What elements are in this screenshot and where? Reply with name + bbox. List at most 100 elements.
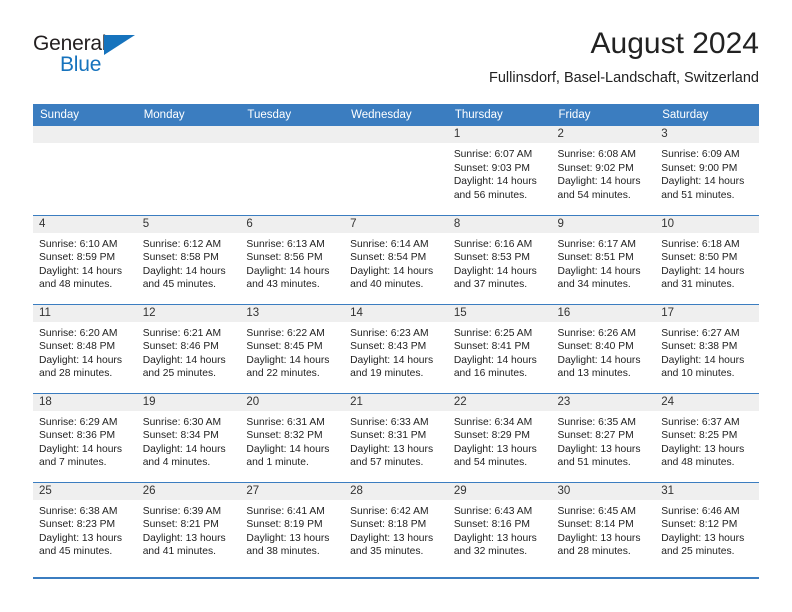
calendar-day-cell[interactable]: 6 Sunrise: 6:13 AM Sunset: 8:56 PM Daylight… <box>240 214 345 304</box>
daylight-duration-line2: and 28 minutes. <box>557 546 631 558</box>
calendar-day-cell[interactable]: 3 Sunrise: 6:09 AM Sunset: 9:00 PM Daylight… <box>655 126 759 215</box>
sunrise-time: Sunrise: 6:33 AM <box>350 416 429 428</box>
day-details: Sunrise: 6:39 AM Sunset: 8:21 PM Daylight:… <box>137 500 241 559</box>
calendar-day-cell[interactable]: 15 Sunrise: 6:25 AM Sunset: 8:41 PM Dayligh… <box>447 303 552 393</box>
day-details: Sunrise: 6:30 AM Sunset: 8:34 PM Daylight:… <box>137 411 241 470</box>
calendar-day-cell[interactable]: 16 Sunrise: 6:26 AM Sunset: 8:40 PM Dayligh… <box>551 303 656 393</box>
sunrise-time: Sunrise: 6:43 AM <box>453 505 533 517</box>
calendar-day-cell[interactable]: 4 Sunrise: 6:10 AM Sunset: 8:59 PM Daylight… <box>33 214 137 304</box>
calendar-day-cell[interactable]: 12 Sunrise: 6:21 AM Sunset: 8:46 PM Dayligh… <box>136 303 241 393</box>
calendar-day-cell[interactable]: 2 Sunrise: 6:08 AM Sunset: 9:02 PM Daylight… <box>551 126 656 215</box>
daylight-duration-line2: and 4 minutes. <box>142 457 211 469</box>
daylight-duration-line1: Daylight: 14 hours <box>557 265 641 277</box>
daylight-duration-line2: and 51 minutes. <box>661 189 735 201</box>
calendar-day-cell[interactable]: 30 Sunrise: 6:45 AM Sunset: 8:14 PM Dayligh… <box>551 481 656 571</box>
calendar-day-cell[interactable]: 27 Sunrise: 6:41 AM Sunset: 8:19 PM Dayligh… <box>240 481 345 571</box>
calendar-day-cell[interactable]: 7 Sunrise: 6:14 AM Sunset: 8:54 PM Daylight… <box>344 214 448 304</box>
sunrise-time: Sunrise: 6:20 AM <box>39 327 118 339</box>
sunset-time: Sunset: 8:21 PM <box>142 519 219 531</box>
daylight-duration-line1: Daylight: 14 hours <box>142 265 226 277</box>
daylight-duration-line2: and 35 minutes. <box>350 546 424 558</box>
daylight-duration-line2: and 54 minutes. <box>453 457 528 469</box>
daylight-duration-line2: and 7 minutes. <box>39 457 107 469</box>
day-number: 29 <box>447 482 552 500</box>
daylight-duration-line2: and 19 minutes. <box>350 368 424 380</box>
calendar-day-cell[interactable]: 28 Sunrise: 6:42 AM Sunset: 8:18 PM Dayligh… <box>344 481 448 571</box>
calendar-day-cell[interactable]: 1 Sunrise: 6:07 AM Sunset: 9:03 PM Daylight… <box>447 126 552 215</box>
day-details: Sunrise: 6:14 AM Sunset: 8:54 PM Daylight:… <box>344 233 448 292</box>
day-details: Sunrise: 6:23 AM Sunset: 8:43 PM Daylight:… <box>344 322 448 381</box>
daylight-duration-line1: Daylight: 14 hours <box>350 265 434 277</box>
daylight-duration-line1: Daylight: 14 hours <box>557 354 641 366</box>
calendar-day-cell[interactable]: 18 Sunrise: 6:29 AM Sunset: 8:36 PM Dayligh… <box>33 392 137 482</box>
generalblue-logo: General Blue <box>33 32 253 88</box>
sunset-time: Sunset: 8:34 PM <box>142 430 219 442</box>
day-details: Sunrise: 6:37 AM Sunset: 8:25 PM Daylight:… <box>655 411 759 470</box>
daylight-duration-line2: and 25 minutes. <box>142 368 216 380</box>
day-number: 14 <box>344 304 448 322</box>
sunrise-time: Sunrise: 6:38 AM <box>39 505 118 517</box>
sunrise-time: Sunrise: 6:13 AM <box>246 238 325 250</box>
sunrise-time: Sunrise: 6:14 AM <box>350 238 429 250</box>
day-number: 18 <box>33 393 137 411</box>
sunset-time: Sunset: 8:41 PM <box>453 341 530 353</box>
calendar-day-cell[interactable]: 9 Sunrise: 6:17 AM Sunset: 8:51 PM Daylight… <box>551 214 656 304</box>
sunset-time: Sunset: 8:59 PM <box>39 252 116 264</box>
calendar-day-cell[interactable]: 22 Sunrise: 6:34 AM Sunset: 8:29 PM Dayligh… <box>447 392 552 482</box>
sunset-time: Sunset: 8:53 PM <box>453 252 530 264</box>
daylight-duration-line1: Daylight: 13 hours <box>246 532 330 544</box>
calendar-day-cell[interactable]: 19 Sunrise: 6:30 AM Sunset: 8:34 PM Dayligh… <box>136 392 241 482</box>
day-number: 20 <box>240 393 345 411</box>
daylight-duration-line1: Daylight: 14 hours <box>39 354 122 366</box>
daylight-duration-line2: and 10 minutes. <box>661 368 735 380</box>
calendar-day-cell-empty <box>344 126 448 215</box>
daylight-duration-line1: Daylight: 14 hours <box>39 443 122 455</box>
day-number: 31 <box>655 482 759 500</box>
day-number: 22 <box>447 393 552 411</box>
sunrise-time: Sunrise: 6:07 AM <box>453 149 533 160</box>
daylight-duration-line2: and 22 minutes. <box>246 368 320 380</box>
sunrise-time: Sunrise: 6:22 AM <box>246 327 325 339</box>
sunrise-time: Sunrise: 6:30 AM <box>142 416 222 428</box>
calendar-day-cell[interactable]: 29 Sunrise: 6:43 AM Sunset: 8:16 PM Dayligh… <box>447 481 552 571</box>
sunset-time: Sunset: 8:25 PM <box>661 430 738 442</box>
calendar-day-cell[interactable]: 25 Sunrise: 6:38 AM Sunset: 8:23 PM Dayligh… <box>33 481 137 571</box>
calendar-day-cell[interactable]: 31 Sunrise: 6:46 AM Sunset: 8:12 PM Dayligh… <box>655 481 759 571</box>
daylight-duration-line1: Daylight: 14 hours <box>557 176 641 188</box>
calendar-day-cell[interactable]: 5 Sunrise: 6:12 AM Sunset: 8:58 PM Daylight… <box>136 214 241 304</box>
sunset-time: Sunset: 9:03 PM <box>453 162 530 174</box>
daylight-duration-line2: and 56 minutes. <box>453 189 528 201</box>
day-details: Sunrise: 6:38 AM Sunset: 8:23 PM Daylight:… <box>33 500 137 559</box>
daylight-duration-line2: and 31 minutes. <box>661 279 735 291</box>
calendar-page: General Blue August 2024 Fullinsdorf, Ba… <box>0 0 792 612</box>
calendar-day-cell[interactable]: 17 Sunrise: 6:27 AM Sunset: 8:38 PM Dayligh… <box>655 303 759 393</box>
calendar-day-cell[interactable]: 8 Sunrise: 6:16 AM Sunset: 8:53 PM Daylight… <box>447 214 552 304</box>
calendar-day-cell[interactable]: 13 Sunrise: 6:22 AM Sunset: 8:45 PM Dayligh… <box>240 303 345 393</box>
daylight-duration-line1: Daylight: 13 hours <box>557 532 641 544</box>
sunrise-time: Sunrise: 6:35 AM <box>557 416 636 428</box>
sunset-time: Sunset: 8:54 PM <box>350 252 427 264</box>
daylight-duration-line2: and 25 minutes. <box>661 546 735 558</box>
calendar-day-cell[interactable]: 26 Sunrise: 6:39 AM Sunset: 8:21 PM Dayligh… <box>136 481 241 571</box>
calendar-day-cell[interactable]: 14 Sunrise: 6:23 AM Sunset: 8:43 PM Dayligh… <box>344 303 448 393</box>
calendar-day-cell[interactable]: 24 Sunrise: 6:37 AM Sunset: 8:25 PM Dayligh… <box>655 392 759 482</box>
daylight-duration-line2: and 13 minutes. <box>557 368 631 380</box>
daylight-duration-line1: Daylight: 14 hours <box>142 443 226 455</box>
day-number: 15 <box>447 304 552 322</box>
daylight-duration-line1: Daylight: 13 hours <box>350 532 434 544</box>
calendar-day-cell[interactable]: 23 Sunrise: 6:35 AM Sunset: 8:27 PM Dayligh… <box>551 392 656 482</box>
daylight-duration-line1: Daylight: 14 hours <box>661 265 745 277</box>
calendar-day-cell[interactable]: 21 Sunrise: 6:33 AM Sunset: 8:31 PM Dayligh… <box>344 392 448 482</box>
sunset-time: Sunset: 8:51 PM <box>557 252 634 264</box>
weekday-header-sunday: Sunday <box>33 104 137 126</box>
day-details: Sunrise: 6:21 AM Sunset: 8:46 PM Daylight:… <box>137 322 241 381</box>
sunset-time: Sunset: 9:02 PM <box>557 162 634 174</box>
weekday-header-monday: Monday <box>136 104 241 126</box>
calendar-day-cell[interactable]: 10 Sunrise: 6:18 AM Sunset: 8:50 PM Dayligh… <box>655 214 759 304</box>
day-number: 24 <box>655 393 759 411</box>
calendar-day-cell[interactable]: 11 Sunrise: 6:20 AM Sunset: 8:48 PM Dayligh… <box>33 303 137 393</box>
day-details: Sunrise: 6:26 AM Sunset: 8:40 PM Daylight:… <box>552 322 656 381</box>
calendar-day-cell[interactable]: 20 Sunrise: 6:31 AM Sunset: 8:32 PM Dayligh… <box>240 392 345 482</box>
sunset-time: Sunset: 8:45 PM <box>246 341 323 353</box>
sunrise-time: Sunrise: 6:41 AM <box>246 505 325 517</box>
